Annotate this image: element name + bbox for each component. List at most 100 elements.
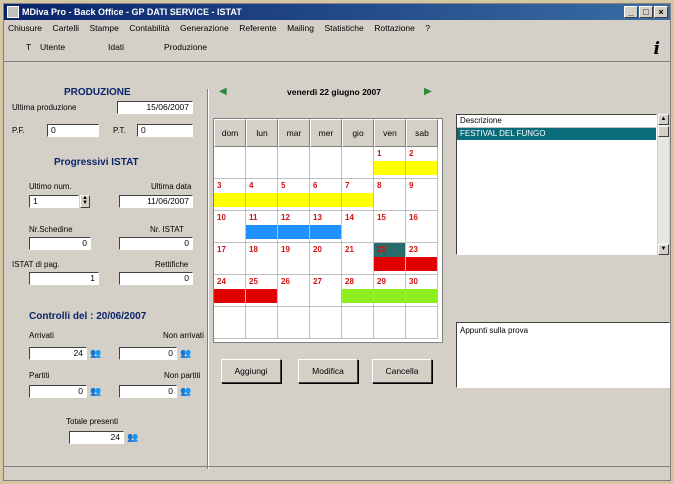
rettifiche-field[interactable]: 0 — [119, 272, 193, 285]
calendar-day-cell[interactable]: 30 — [406, 275, 438, 307]
partiti-field[interactable]: 0 — [29, 385, 87, 398]
menu-stampe[interactable]: Stampe — [86, 21, 123, 36]
non-partiti-field[interactable]: 0 — [119, 385, 177, 398]
calendar-day-cell[interactable] — [342, 307, 374, 339]
event-bar[interactable] — [214, 193, 245, 207]
calendar-day-cell[interactable]: 1 — [374, 147, 406, 179]
menu-contabilita[interactable]: Contabilità — [125, 21, 173, 36]
calendar-day-cell[interactable]: 6 — [310, 179, 342, 211]
modifica-button[interactable]: Modifica — [298, 359, 358, 383]
event-bar[interactable] — [310, 193, 341, 207]
arrivati-field[interactable]: 24 — [29, 347, 87, 360]
menu-statistiche[interactable]: Statistiche — [321, 21, 368, 36]
calendar-day-cell[interactable]: 29 — [374, 275, 406, 307]
maximize-button[interactable]: □ — [639, 6, 653, 18]
close-button[interactable]: × — [654, 6, 668, 18]
calendar-day-cell[interactable] — [310, 147, 342, 179]
people-icon[interactable]: 👥 — [127, 432, 140, 443]
info-icon[interactable]: i — [654, 39, 660, 59]
event-bar[interactable] — [342, 193, 373, 207]
event-bar[interactable] — [246, 225, 277, 239]
menu-help[interactable]: ? — [421, 21, 434, 36]
totale-presenti-field[interactable]: 24 — [69, 431, 124, 444]
event-bar[interactable] — [278, 225, 309, 239]
calendar-day-cell[interactable]: 16 — [406, 211, 438, 243]
istat-pag-field[interactable]: 1 — [29, 272, 99, 285]
nr-schedine-field[interactable]: 0 — [29, 237, 91, 250]
notes-memo[interactable]: Appunti sulla prova — [456, 322, 670, 388]
scroll-thumb[interactable] — [658, 126, 669, 137]
pf-field[interactable]: 0 — [47, 124, 99, 137]
calendar-day-cell[interactable]: 19 — [278, 243, 310, 275]
people-icon[interactable]: 👥 — [180, 386, 193, 397]
events-list[interactable]: Descrizione FESTIVAL DEL FUNGO — [456, 114, 657, 255]
menu-referente[interactable]: Referente — [235, 21, 280, 36]
toolbar-utente[interactable]: Utente — [40, 42, 65, 52]
calendar-day-cell[interactable] — [278, 307, 310, 339]
calendar-day-cell[interactable]: 5 — [278, 179, 310, 211]
calendar-day-cell[interactable]: 14 — [342, 211, 374, 243]
event-bar[interactable] — [374, 289, 405, 303]
event-bar[interactable] — [214, 289, 245, 303]
event-bar[interactable] — [406, 257, 437, 271]
calendar-day-cell[interactable]: 17 — [214, 243, 246, 275]
calendar-day-cell[interactable]: 24 — [214, 275, 246, 307]
calendar-day-cell[interactable]: 11 — [246, 211, 278, 243]
non-arrivati-field[interactable]: 0 — [119, 347, 177, 360]
prev-month-arrow[interactable]: ◀ — [219, 86, 227, 97]
cancella-button[interactable]: Cancella — [372, 359, 432, 383]
calendar-day-cell[interactable]: 27 — [310, 275, 342, 307]
nr-istat-field[interactable]: 0 — [119, 237, 193, 250]
event-bar[interactable] — [246, 193, 277, 207]
calendar-day-cell[interactable]: 15 — [374, 211, 406, 243]
people-icon[interactable]: 👥 — [90, 348, 103, 359]
calendar-day-cell[interactable] — [246, 307, 278, 339]
event-bar[interactable] — [342, 289, 373, 303]
ultima-produzione-field[interactable]: 15/06/2007 — [117, 101, 193, 114]
calendar-day-cell[interactable]: 20 — [310, 243, 342, 275]
calendar-day-cell[interactable]: 18 — [246, 243, 278, 275]
events-list-scrollbar[interactable]: ▲ ▼ — [658, 114, 669, 255]
list-item-selected[interactable]: FESTIVAL DEL FUNGO — [457, 128, 656, 140]
calendar-day-cell[interactable]: 10 — [214, 211, 246, 243]
calendar-day-cell[interactable]: 3 — [214, 179, 246, 211]
menu-chiusure[interactable]: Chiusure — [4, 21, 46, 36]
calendar-grid[interactable]: dom lun mar mer gio ven sab 1 2 3 4 5 6 7 8 9 10 11 12 13 14… — [213, 118, 443, 343]
calendar-day-cell[interactable] — [406, 307, 438, 339]
calendar-day-cell[interactable]: 2 — [406, 147, 438, 179]
calendar-day-cell[interactable]: 26 — [278, 275, 310, 307]
calendar-day-cell[interactable]: 23 — [406, 243, 438, 275]
calendar-day-cell[interactable] — [374, 307, 406, 339]
ultimo-num-spinner[interactable]: ▲ ▼ — [80, 195, 90, 208]
calendar-day-cell[interactable]: 21 — [342, 243, 374, 275]
calendar-day-cell[interactable] — [342, 147, 374, 179]
ultimo-num-field[interactable]: 1 — [29, 195, 79, 208]
calendar-day-cell[interactable]: 4 — [246, 179, 278, 211]
event-bar[interactable] — [406, 161, 437, 175]
scroll-down-arrow[interactable]: ▼ — [658, 244, 669, 255]
calendar-day-cell[interactable]: 7 — [342, 179, 374, 211]
calendar-day-cell[interactable]: 22 — [374, 243, 406, 275]
scroll-up-arrow[interactable]: ▲ — [658, 114, 669, 125]
calendar-day-cell[interactable]: 25 — [246, 275, 278, 307]
calendar-day-cell[interactable] — [246, 147, 278, 179]
people-icon[interactable]: 👥 — [180, 348, 193, 359]
calendar-day-cell[interactable] — [214, 307, 246, 339]
calendar-day-cell[interactable]: 9 — [406, 179, 438, 211]
event-bar[interactable] — [374, 257, 405, 271]
event-bar[interactable] — [406, 289, 437, 303]
next-month-arrow[interactable]: ▶ — [424, 86, 432, 97]
event-bar[interactable] — [310, 225, 341, 239]
menu-cartelli[interactable]: Cartelli — [49, 21, 83, 36]
toolbar-idati[interactable]: Idati — [108, 42, 124, 52]
calendar-day-cell[interactable]: 12 — [278, 211, 310, 243]
minimize-button[interactable]: _ — [624, 6, 638, 18]
event-bar[interactable] — [278, 193, 309, 207]
calendar-day-cell[interactable]: 8 — [374, 179, 406, 211]
aggiungi-button[interactable]: Aggiungi — [221, 359, 281, 383]
calendar-day-cell[interactable]: 13 — [310, 211, 342, 243]
calendar-day-cell[interactable] — [278, 147, 310, 179]
ultima-data-field[interactable]: 11/06/2007 — [119, 195, 193, 208]
toolbar-produzione[interactable]: Produzione — [164, 42, 207, 52]
pt-field[interactable]: 0 — [137, 124, 193, 137]
